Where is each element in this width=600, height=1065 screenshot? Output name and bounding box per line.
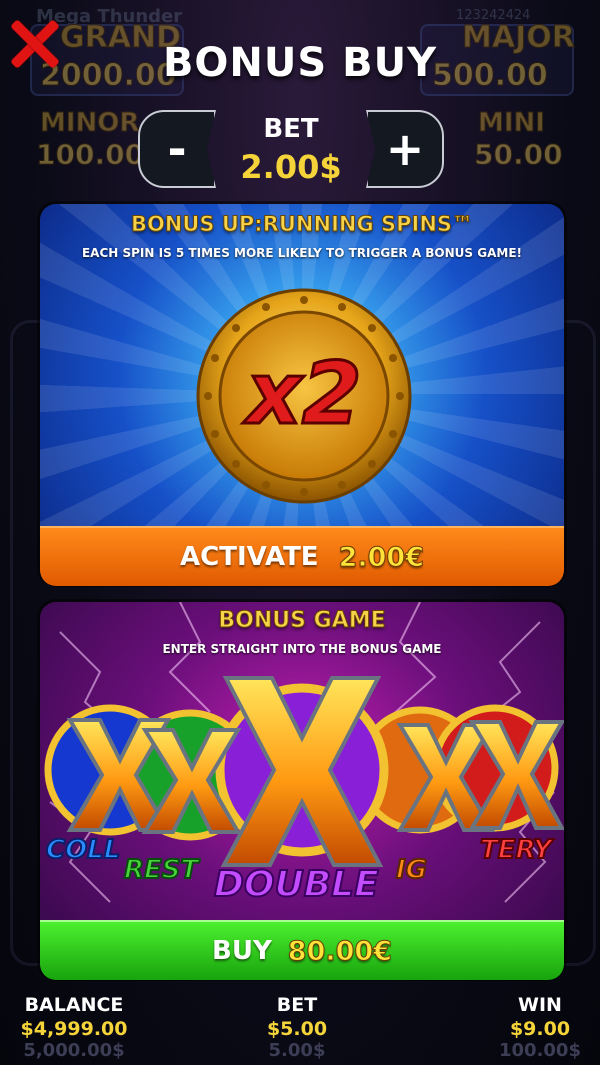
balance-label: BALANCE (24, 994, 124, 1016)
x2-badge-text: x2 (242, 344, 361, 444)
jackpot-mini-label: MINI (478, 108, 546, 139)
page-title: BONUS BUY (162, 40, 438, 86)
bonus-up-description: EACH SPIN IS 5 TIMES MORE LIKELY TO TRIG… (81, 246, 522, 260)
x2-coin-icon: x2 (196, 288, 412, 504)
footer-bet-background-value: 5.00$ (268, 1040, 326, 1061)
respin-symbol-label: REST (124, 855, 201, 885)
bonus-up-title: BONUS UP:RUNNING SPINS™ (130, 212, 474, 237)
bet-decrease-button[interactable]: - (138, 110, 216, 188)
mystery-symbol-label: TERY (480, 835, 555, 865)
balance-value: $4,999.00 (20, 1018, 128, 1040)
bet-selector: - BET 2.00$ + (138, 110, 444, 188)
balance-background-value: 5,000.00$ (23, 1040, 125, 1061)
buy-button[interactable]: BUY 80.00€ (40, 920, 564, 980)
footer-bet: BET $5.00 5.00$ (237, 994, 357, 1061)
bonus-symbols: COLL REST DOUBLE IG TERY (44, 676, 564, 906)
bonus-game-title: BONUS GAME (218, 608, 386, 634)
bet-increase-button[interactable]: + (366, 110, 444, 188)
win-background-value: 100.00$ (499, 1040, 581, 1061)
bet-selector-value: 2.00$ (240, 148, 342, 186)
win-value: $9.00 (509, 1018, 571, 1040)
footer-win: WIN $9.00 100.00$ (480, 994, 600, 1061)
jackpot-mini-value: 50.00 (474, 138, 564, 172)
bet-selector-label: BET (263, 114, 319, 144)
collect-symbol-label: COLL (46, 835, 120, 865)
jackpot-minor-label: MINOR (39, 108, 140, 139)
activate-button[interactable]: ACTIVATE 2.00€ (40, 526, 564, 586)
buy-button-price: 80.00€ (287, 935, 392, 967)
activate-button-price: 2.00€ (338, 541, 424, 573)
footer-bet-label: BET (276, 994, 318, 1016)
lightning-symbol-label: IG (396, 855, 427, 885)
buy-button-label: BUY (212, 936, 272, 966)
footer-bet-value: $5.00 (266, 1018, 328, 1040)
footer-balance: BALANCE $4,999.00 5,000.00$ (14, 994, 134, 1061)
win-label: WIN (518, 994, 562, 1016)
activate-button-label: ACTIVATE (180, 542, 319, 572)
bonus-game-description: ENTER STRAIGHT INTO THE BONUS GAME (162, 642, 442, 656)
double-symbol-label: DOUBLE (214, 864, 379, 905)
jackpot-minor-value: 100.00 (35, 138, 145, 172)
